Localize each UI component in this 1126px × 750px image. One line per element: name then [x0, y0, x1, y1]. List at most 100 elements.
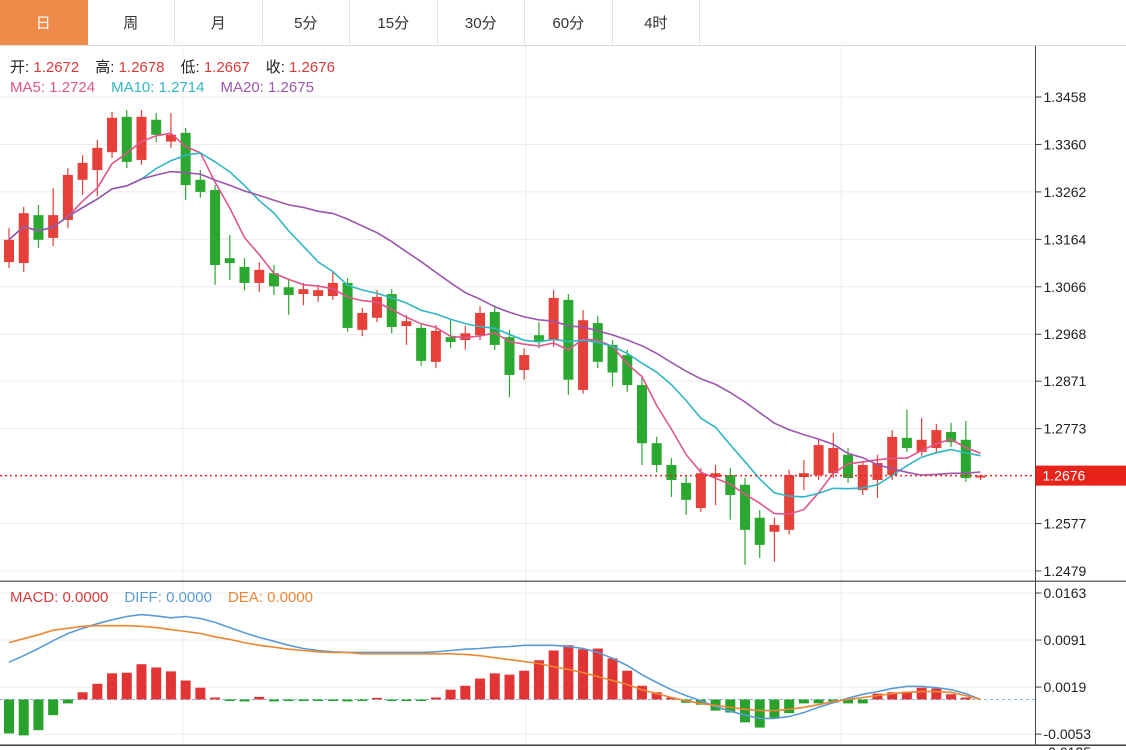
tab-4hour[interactable]: 4时: [613, 0, 701, 45]
macd-hist-bar: [136, 664, 146, 699]
tab-30min[interactable]: 30分: [438, 0, 526, 45]
candle-body: [902, 438, 912, 448]
macd-hist-bar: [19, 699, 29, 735]
legend-item: MA10: 1.2714: [111, 79, 204, 96]
candle-body: [446, 337, 456, 342]
macd-panel: [0, 615, 1036, 736]
macd-hist-bar: [814, 699, 824, 703]
candle-body: [696, 473, 706, 508]
tab-day[interactable]: 日: [0, 0, 88, 45]
macd-hist-bar: [254, 697, 264, 700]
legend-item: DEA: 0.0000: [228, 589, 313, 606]
candle-body: [343, 283, 353, 328]
price-tick-label: 1.3066: [1044, 279, 1087, 295]
legend-item: 收: 1.2676: [266, 59, 335, 76]
candle-body: [784, 475, 794, 530]
macd-hist-bar: [240, 699, 250, 701]
macd-hist-bar: [931, 688, 941, 699]
price-axis-labels: 1.34581.33601.32621.31641.30661.29681.28…: [1036, 89, 1092, 750]
macd-hist-bar: [519, 671, 529, 700]
macd-hist-bar: [946, 694, 956, 699]
candle-body: [254, 270, 264, 283]
macd-hist-bar: [534, 660, 544, 699]
macd-hist-bar: [92, 684, 102, 700]
macd-hist-bar: [298, 699, 308, 701]
tab-60min[interactable]: 60分: [525, 0, 613, 45]
gridlines: [0, 46, 1036, 745]
candle-body: [195, 180, 205, 192]
macd-hist-bar: [416, 699, 426, 701]
macd-hist-bar: [549, 650, 559, 699]
price-tick-label: 1.3164: [1044, 231, 1087, 247]
price-tick-label: 1.2479: [1044, 563, 1087, 579]
macd-hist-bar: [48, 699, 58, 715]
timeframe-tabbar: 日周月5分15分30分60分4时: [0, 0, 1126, 46]
tab-week[interactable]: 周: [88, 0, 176, 45]
candle-body: [181, 133, 191, 185]
macd-hist-bar: [961, 698, 971, 700]
candle-body: [136, 117, 146, 160]
tab-5min[interactable]: 5分: [263, 0, 351, 45]
macd-hist-bar: [166, 671, 176, 699]
price-tick-label: 1.3360: [1044, 136, 1087, 152]
legend-item: 开: 1.2672: [10, 59, 79, 76]
tab-15min[interactable]: 15分: [350, 0, 438, 45]
candle-body: [107, 118, 117, 152]
legend-item: MA5: 1.2724: [10, 79, 95, 96]
macd-hist-bar: [401, 699, 411, 701]
candle-body: [637, 385, 647, 443]
candle-body: [431, 331, 441, 362]
macd-hist-bar: [210, 698, 220, 700]
candle-body: [755, 518, 765, 545]
macd-hist-bar: [151, 667, 161, 699]
tab-month[interactable]: 月: [175, 0, 263, 45]
macd-hist-bar: [107, 673, 117, 699]
macd-hist-bar: [195, 688, 205, 700]
macd-tick-label: -0.0053: [1044, 726, 1092, 742]
macd-hist-bar: [593, 649, 603, 700]
macd-tick-label-cut: -0.0125: [1044, 744, 1092, 750]
macd-tick-label: 0.0091: [1044, 632, 1087, 648]
candle-body: [828, 448, 838, 473]
candle-body: [416, 328, 426, 361]
candle-body: [652, 443, 662, 465]
macd-hist-bar: [269, 699, 279, 701]
candle-body: [549, 298, 559, 340]
price-tick-label: 1.3262: [1044, 184, 1087, 200]
macd-header: MACD: 0.0000DIFF: 0.0000DEA: 0.0000: [10, 589, 329, 606]
ohlc-header: 开: 1.2672高: 1.2678低: 1.2667收: 1.2676: [10, 56, 351, 77]
macd-hist-bar: [858, 699, 868, 703]
candlestick-chart-canvas[interactable]: 1.34581.33601.32621.31641.30661.29681.28…: [0, 0, 1126, 750]
macd-hist-bar: [769, 699, 779, 718]
candle-body: [225, 258, 235, 263]
trading-chart-app: 日周月5分15分30分60分4时 开: 1.2672高: 1.2678低: 1.…: [0, 0, 1126, 750]
legend-item: 高: 1.2678: [95, 59, 164, 76]
macd-hist-bar: [181, 681, 191, 700]
legend-item: MACD: 0.0000: [10, 589, 108, 606]
price-tick-label: 1.2871: [1044, 373, 1087, 389]
candle-body: [284, 287, 294, 295]
price-tick-label: 1.2773: [1044, 421, 1087, 437]
candle-body: [19, 213, 29, 263]
candle-body: [608, 345, 618, 373]
candle-body: [210, 190, 220, 265]
price-tick-label: 1.3458: [1044, 89, 1087, 105]
candle-body: [563, 300, 573, 380]
candle-body: [4, 240, 14, 262]
macd-hist-bar: [917, 688, 927, 700]
macd-hist-bar: [328, 699, 338, 701]
macd-hist-bar: [784, 699, 794, 713]
diff-line: [9, 615, 981, 719]
macd-hist-bar: [799, 699, 809, 703]
macd-hist-bar: [78, 692, 88, 699]
macd-hist-bar: [122, 673, 132, 700]
macd-hist-bar: [313, 699, 323, 701]
macd-hist-bar: [431, 698, 441, 700]
candle-body: [372, 297, 382, 318]
candle-body: [814, 445, 824, 475]
macd-hist-bar: [225, 699, 235, 701]
macd-hist-bar: [755, 699, 765, 727]
candle-body: [298, 289, 308, 294]
macd-hist-bar: [504, 675, 514, 700]
macd-tick-label: 0.0163: [1044, 585, 1087, 601]
